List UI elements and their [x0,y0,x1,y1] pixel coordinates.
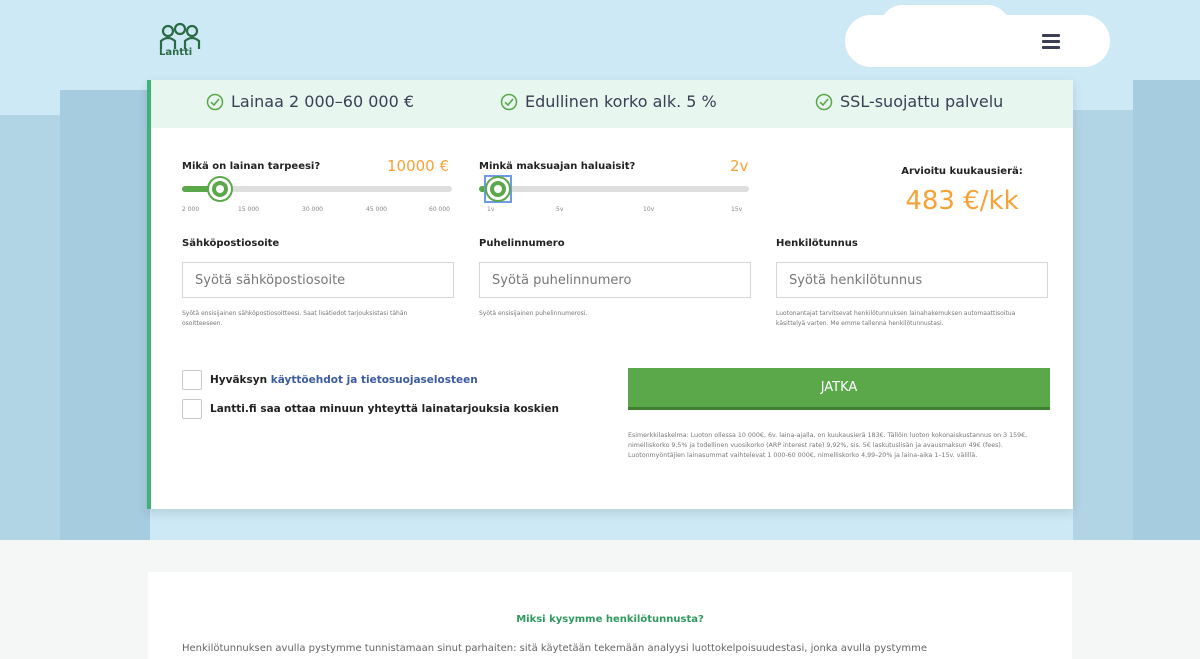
loan-period-slider-track[interactable] [479,186,749,192]
loan-application-card: Lainaa 2 000–60 000 € Edullinen korko al… [147,80,1073,509]
loan-period-tick: 1v [487,206,495,213]
email-field[interactable] [182,262,454,298]
benefits-bar: Lainaa 2 000–60 000 € Edullinen korko al… [151,80,1073,128]
loan-amount-tick: 45 000 [366,206,387,213]
continue-button[interactable]: JATKA [628,368,1050,410]
phone-label: Puhelinnumero [479,238,565,249]
monthly-estimate-label: Arvioitu kuukausierä: [901,166,1023,177]
loan-amount-tick: 60 000 [429,206,450,213]
terms-checkbox[interactable] [182,370,202,390]
info-text: Henkilötunnuksen avulla pystymme tunnist… [182,643,927,654]
benefit-label: Lainaa 2 000–60 000 € [231,92,415,111]
check-circle-icon [206,93,224,110]
benefit-label: Edullinen korko alk. 5 % [525,92,717,111]
loan-amount-tick: 2 000 [182,206,200,213]
loan-period-tick: 15v [731,206,743,213]
info-section: Miksi kysymme henkilötunnusta? Henkilötu… [148,572,1072,659]
loan-period-tick: 10v [643,206,655,213]
ssn-label: Henkilötunnus [776,238,858,249]
check-circle-icon [815,93,833,110]
check-circle-icon [500,93,518,110]
loan-period-value: 2v [730,157,749,175]
ssn-field[interactable] [776,262,1048,298]
contact-consent-checkbox[interactable] [182,399,202,419]
benefit-item: Edullinen korko alk. 5 % [500,92,717,111]
terms-consent-text: Hyväksyn käyttöehdot ja tietosuojaselost… [210,374,478,386]
loan-amount-value: 10000 € [387,157,450,175]
contact-consent-text: Lantti.fi saa ottaa minuun yhteyttä lain… [210,403,559,415]
phone-field[interactable] [479,262,751,298]
hamburger-menu-icon[interactable] [1042,34,1060,50]
monthly-estimate-value: 483 €/kk [905,186,1019,216]
loan-period-label: Minkä maksuajan haluaisit? [479,161,636,172]
info-title: Miksi kysymme henkilötunnusta? [516,614,704,625]
example-calculation-text: Esimerkkilaskelma: Luoton ollessa 10 000… [628,432,1028,459]
terms-prefix: Hyväksyn [210,374,268,386]
ssn-help-text: Luotonantajat tarvitsevat henkilötunnuks… [776,310,1016,327]
terms-link[interactable]: käyttöehdot ja tietosuojaselosteen [271,374,478,386]
email-label: Sähköpostiosoite [182,238,280,249]
loan-period-tick: 5v [556,206,564,213]
phone-help-text: Syötä ensisijainen puhelinnumerosi. [479,310,588,317]
loan-amount-tick: 30 000 [302,206,323,213]
benefit-label: SSL-suojattu palvelu [840,92,1004,111]
loan-amount-tick: 15 000 [238,206,259,213]
benefit-item: SSL-suojattu palvelu [815,92,1003,111]
loan-period-slider-handle[interactable] [486,178,509,200]
benefit-item: Lainaa 2 000–60 000 € [206,92,414,111]
loan-amount-label: Mikä on lainan tarpeesi? [182,161,321,172]
email-help-text: Syötä ensisijainen sähköpostiosoitteesi.… [182,310,408,327]
loan-amount-slider-handle[interactable] [208,178,231,200]
brand-name: Lantti [159,47,193,58]
